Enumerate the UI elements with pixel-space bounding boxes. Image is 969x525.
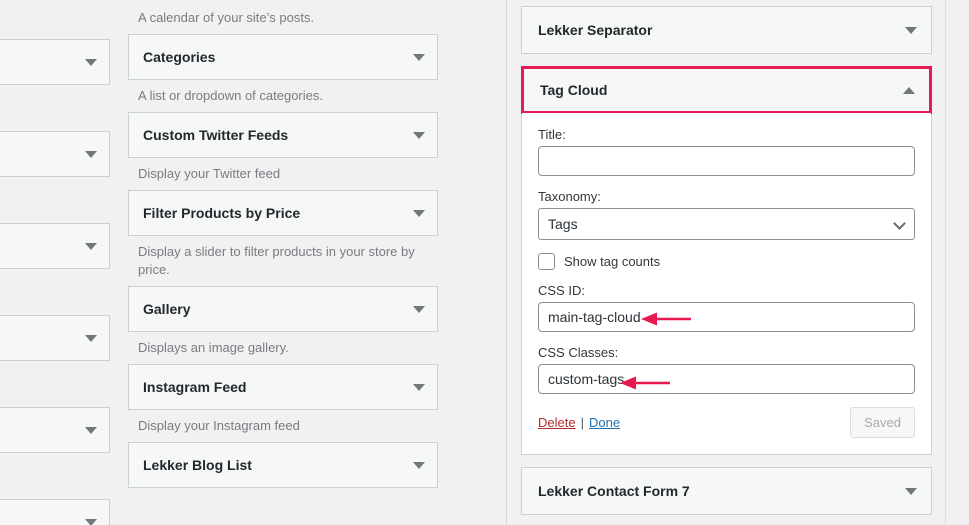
widget-card-lekker-blog-list[interactable]: Lekker Blog List: [128, 442, 438, 488]
chevron-down-icon[interactable]: [85, 242, 97, 250]
sidebar-widget-title: Lekker Separator: [538, 22, 653, 38]
widget-description: Display your Instagram feed: [138, 418, 300, 433]
chevron-down-icon[interactable]: [85, 334, 97, 342]
widget-card-title: Custom Twitter Feeds: [143, 127, 289, 143]
widget-card-categories[interactable]: Categories: [128, 34, 438, 80]
widget-card-title: Instagram Feed: [143, 379, 247, 395]
widget-description: Displays an image gallery.: [138, 340, 289, 355]
chevron-down-icon[interactable]: [413, 53, 425, 61]
css-classes-input[interactable]: [538, 364, 915, 394]
taxonomy-select[interactable]: Tags: [538, 208, 915, 240]
widget-card-instagram-feed[interactable]: Instagram Feed: [128, 364, 438, 410]
widget-description: A calendar of your site’s posts.: [138, 10, 315, 25]
widget-card-title: Gallery: [143, 301, 191, 317]
title-label: Title:: [538, 127, 566, 142]
sidebar-widget-header[interactable]: Lekker Separator: [522, 7, 931, 53]
save-button[interactable]: Saved: [850, 407, 915, 438]
chevron-down-icon[interactable]: [85, 58, 97, 66]
widget-description: Display your Twitter feed: [138, 166, 281, 181]
widget-description: roducts in your: [0, 361, 110, 393]
chevron-down-icon[interactable]: [905, 487, 917, 495]
sidebar-widget-header[interactable]: Lekker Contact Form 7: [522, 468, 931, 514]
widget-card-title: Filter Products by Price: [143, 205, 301, 221]
widget-card[interactable]: [0, 407, 110, 453]
css-id-label: CSS ID:: [538, 283, 585, 298]
widget-card-title: Lekker Blog List: [143, 457, 252, 473]
sidebar-widget-body: Title: Taxonomy: Tags Show tag counts CS…: [522, 113, 931, 454]
field-show-tag-counts[interactable]: Show tag counts: [538, 253, 915, 270]
chevron-down-icon[interactable]: [413, 383, 425, 391]
field-css-classes: CSS Classes:: [538, 345, 915, 394]
done-link[interactable]: Done: [589, 415, 620, 430]
show-tag-counts-label: Show tag counts: [564, 254, 661, 269]
sidebar-widget-lekker-separator[interactable]: Lekker Separator: [521, 6, 932, 54]
widget-card[interactable]: [0, 131, 110, 177]
field-title: Title:: [538, 127, 915, 176]
css-classes-label: CSS Classes:: [538, 345, 619, 360]
wordpress-widgets-screen: oducts in your roducts in your A calenda…: [0, 0, 969, 525]
widget-card[interactable]: [0, 499, 110, 525]
title-input[interactable]: [538, 146, 915, 176]
sidebar-widget-header-highlighted[interactable]: Tag Cloud: [521, 66, 932, 114]
field-css-id: CSS ID:: [538, 283, 915, 332]
field-taxonomy: Taxonomy: Tags: [538, 189, 915, 240]
page-background-strip: [946, 0, 969, 525]
chevron-down-icon[interactable]: [85, 426, 97, 434]
widget-card[interactable]: [0, 39, 110, 85]
sidebar-widget-title: Lekker Contact Form 7: [538, 483, 690, 499]
taxonomy-label: Taxonomy:: [538, 189, 601, 204]
chevron-down-icon[interactable]: [413, 209, 425, 217]
widget-card-title: Categories: [143, 49, 216, 65]
sidebar-widget-title: Tag Cloud: [540, 82, 608, 98]
widget-card[interactable]: [0, 315, 110, 361]
widget-actions: Delete | Done Saved: [538, 407, 915, 438]
widget-description: Display a slider to filter products in y…: [138, 244, 415, 277]
available-widgets-pane: oducts in your roducts in your A calenda…: [0, 0, 507, 525]
widget-card-gallery[interactable]: Gallery: [128, 286, 438, 332]
sidebar-widget-tag-cloud[interactable]: Tag Cloud Title: Taxonomy: Tags Show tag…: [521, 66, 932, 455]
chevron-up-icon[interactable]: [903, 86, 915, 94]
chevron-down-icon[interactable]: [85, 518, 97, 525]
delete-link[interactable]: Delete: [538, 415, 576, 430]
css-id-input[interactable]: [538, 302, 915, 332]
taxonomy-select-value: Tags: [548, 216, 578, 232]
chevron-down-icon[interactable]: [413, 461, 425, 469]
widget-card-custom-twitter-feeds[interactable]: Custom Twitter Feeds: [128, 112, 438, 158]
widget-description: oducts in your: [0, 269, 110, 301]
widget-card-filter-products-by-price[interactable]: Filter Products by Price: [128, 190, 438, 236]
available-widgets-column: A calendar of your site’s posts. Categor…: [128, 0, 438, 488]
chevron-down-icon[interactable]: [413, 305, 425, 313]
sidebar-widget-lekker-contact-form-7[interactable]: Lekker Contact Form 7: [521, 467, 932, 515]
available-widgets-clipped-column: oducts in your roducts in your: [0, 0, 110, 525]
chevron-down-icon[interactable]: [413, 131, 425, 139]
sidebar-widget-area-pane: Lekker Separator Tag Cloud Title: Taxono…: [507, 0, 946, 525]
chevron-down-icon[interactable]: [85, 150, 97, 158]
widget-description: A list or dropdown of categories.: [138, 88, 323, 103]
chevron-down-icon[interactable]: [905, 26, 917, 34]
show-tag-counts-checkbox[interactable]: [538, 253, 555, 270]
widget-card[interactable]: [0, 223, 110, 269]
action-separator: |: [580, 415, 584, 430]
